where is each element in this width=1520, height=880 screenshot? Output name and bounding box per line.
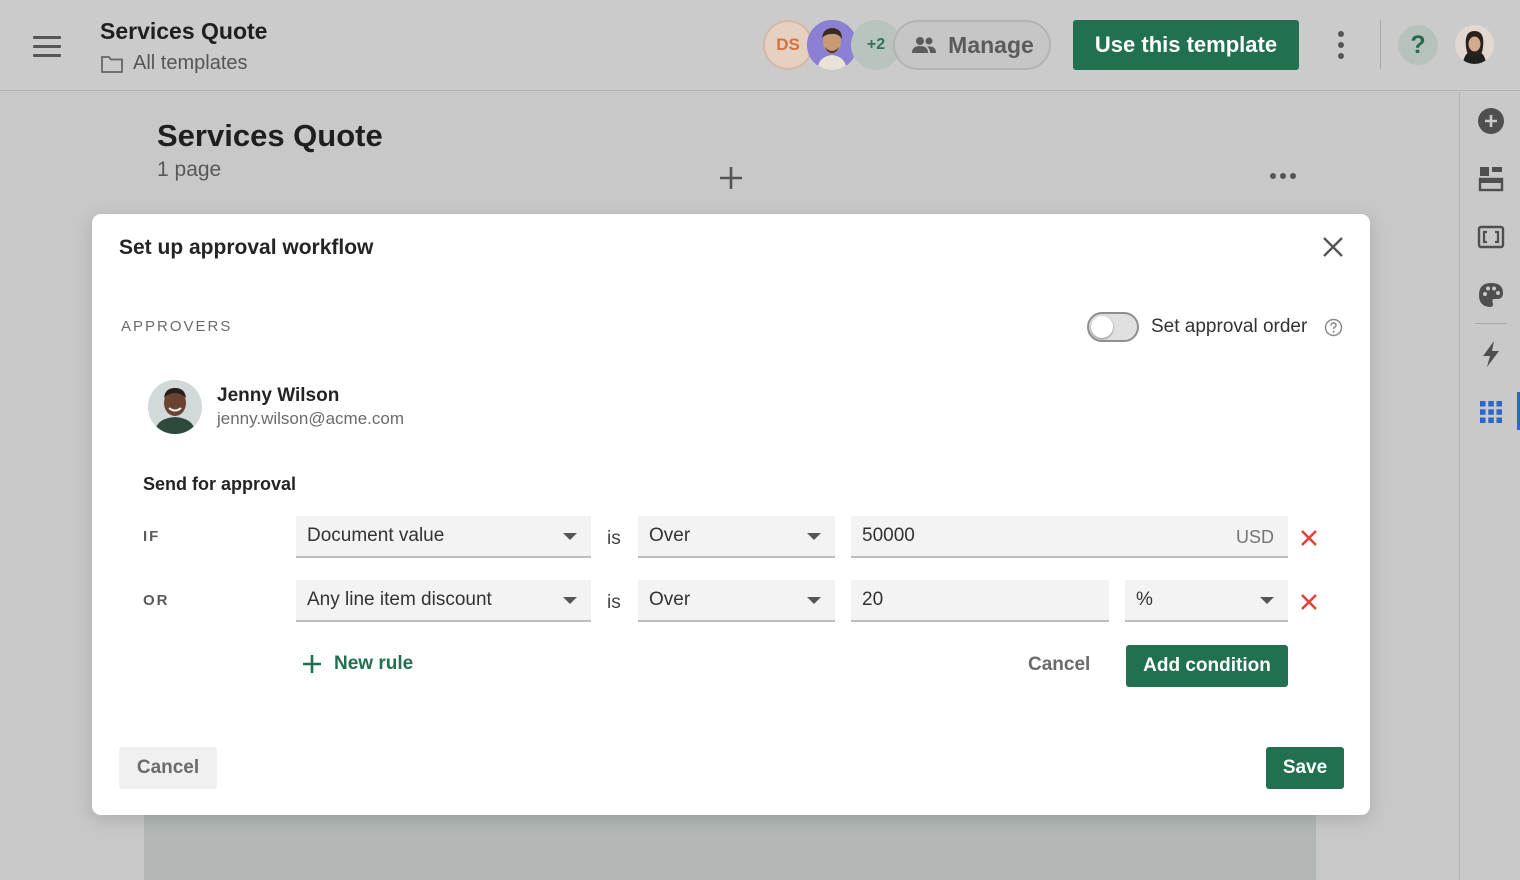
condition-field-select[interactable]: Any line item discount <box>296 580 591 622</box>
manage-button[interactable]: Manage <box>893 20 1051 70</box>
approver-email: jenny.wilson@acme.com <box>217 409 405 428</box>
approver-name: Jenny Wilson <box>217 385 340 406</box>
user-avatar[interactable] <box>1455 25 1494 64</box>
value-input[interactable]: 20 <box>851 580 1109 622</box>
editor-page-count: 1 page <box>157 158 222 181</box>
chevron-down-icon <box>563 533 577 540</box>
save-button[interactable]: Save <box>1266 747 1344 789</box>
person-photo-icon <box>807 20 857 70</box>
value-input[interactable]: 50000 USD <box>851 516 1288 558</box>
new-rule-label: New rule <box>334 653 414 674</box>
comparator-value: Over <box>649 589 691 610</box>
rail-divider <box>1475 323 1507 324</box>
modal-title: Set up approval workflow <box>119 236 374 259</box>
condition-field-select[interactable]: Document value <box>296 516 591 558</box>
new-rule-button[interactable]: New rule <box>301 653 413 675</box>
breadcrumb-label: All templates <box>133 52 248 74</box>
help-button[interactable]: ? <box>1398 25 1438 65</box>
apps-grid-icon[interactable] <box>1477 398 1505 426</box>
cancel-button[interactable]: Cancel <box>119 747 217 789</box>
chevron-down-icon <box>807 597 821 604</box>
help-circle-icon[interactable] <box>1324 318 1343 337</box>
folder-icon <box>101 55 123 73</box>
unit-value: % <box>1136 589 1153 610</box>
chevron-down-icon <box>807 533 821 540</box>
plus-icon <box>303 655 321 673</box>
menu-icon[interactable] <box>33 36 61 58</box>
currency-unit: USD <box>1235 527 1274 547</box>
approval-order-toggle[interactable] <box>1087 312 1139 342</box>
condition-keyword-if: IF <box>143 528 161 545</box>
lightning-icon[interactable] <box>1477 340 1505 368</box>
avatar-ds[interactable]: DS <box>763 20 813 70</box>
approval-workflow-modal: Set up approval workflow APPROVERS Set a… <box>92 214 1370 815</box>
chevron-down-icon <box>1260 597 1274 604</box>
approver-avatar <box>148 380 202 434</box>
value-text: 50000 <box>862 525 915 546</box>
comparator-select[interactable]: Over <box>638 580 835 622</box>
avatar-collaborator[interactable] <box>807 20 857 70</box>
use-template-button[interactable]: Use this template <box>1073 20 1299 70</box>
document-title: Services Quote <box>100 18 268 44</box>
breadcrumb[interactable]: All templates <box>100 52 248 75</box>
people-icon <box>912 37 937 53</box>
condition-field-value: Any line item discount <box>307 589 492 610</box>
blocks-icon[interactable] <box>1477 165 1505 193</box>
variables-icon[interactable] <box>1477 223 1505 251</box>
comparator-select[interactable]: Over <box>638 516 835 558</box>
more-options-icon[interactable] <box>1330 28 1352 62</box>
approver-photo-icon <box>148 380 202 434</box>
operator-text: is <box>607 528 621 549</box>
editor-more-icon[interactable] <box>1270 173 1296 179</box>
add-page-icon[interactable] <box>718 165 744 191</box>
unit-select[interactable]: % <box>1125 580 1288 622</box>
send-for-approval-label: Send for approval <box>143 474 297 494</box>
editor-title: Services Quote <box>157 118 383 153</box>
add-circle-icon[interactable] <box>1477 107 1505 135</box>
condition-keyword-or: OR <box>143 592 170 609</box>
palette-icon[interactable] <box>1477 281 1505 309</box>
cancel-condition-button[interactable]: Cancel <box>1028 654 1090 676</box>
user-photo-icon <box>1455 25 1494 64</box>
manage-label: Manage <box>948 31 1034 58</box>
approval-order-label: Set approval order <box>1151 316 1308 337</box>
add-condition-button[interactable]: Add condition <box>1126 645 1288 687</box>
operator-text: is <box>607 592 621 613</box>
value-text: 20 <box>862 589 884 610</box>
delete-condition-icon[interactable] <box>1300 593 1318 611</box>
condition-field-value: Document value <box>307 525 445 546</box>
right-sidebar <box>1459 92 1520 880</box>
top-bar: Services Quote All templates DS +2 Manag… <box>0 0 1520 91</box>
approvers-label: APPROVERS <box>121 318 233 335</box>
chevron-down-icon <box>563 597 577 604</box>
close-icon[interactable] <box>1320 234 1346 260</box>
comparator-value: Over <box>649 525 691 546</box>
header-divider <box>1380 20 1381 70</box>
delete-condition-icon[interactable] <box>1300 529 1318 547</box>
toggle-knob <box>1091 316 1113 338</box>
